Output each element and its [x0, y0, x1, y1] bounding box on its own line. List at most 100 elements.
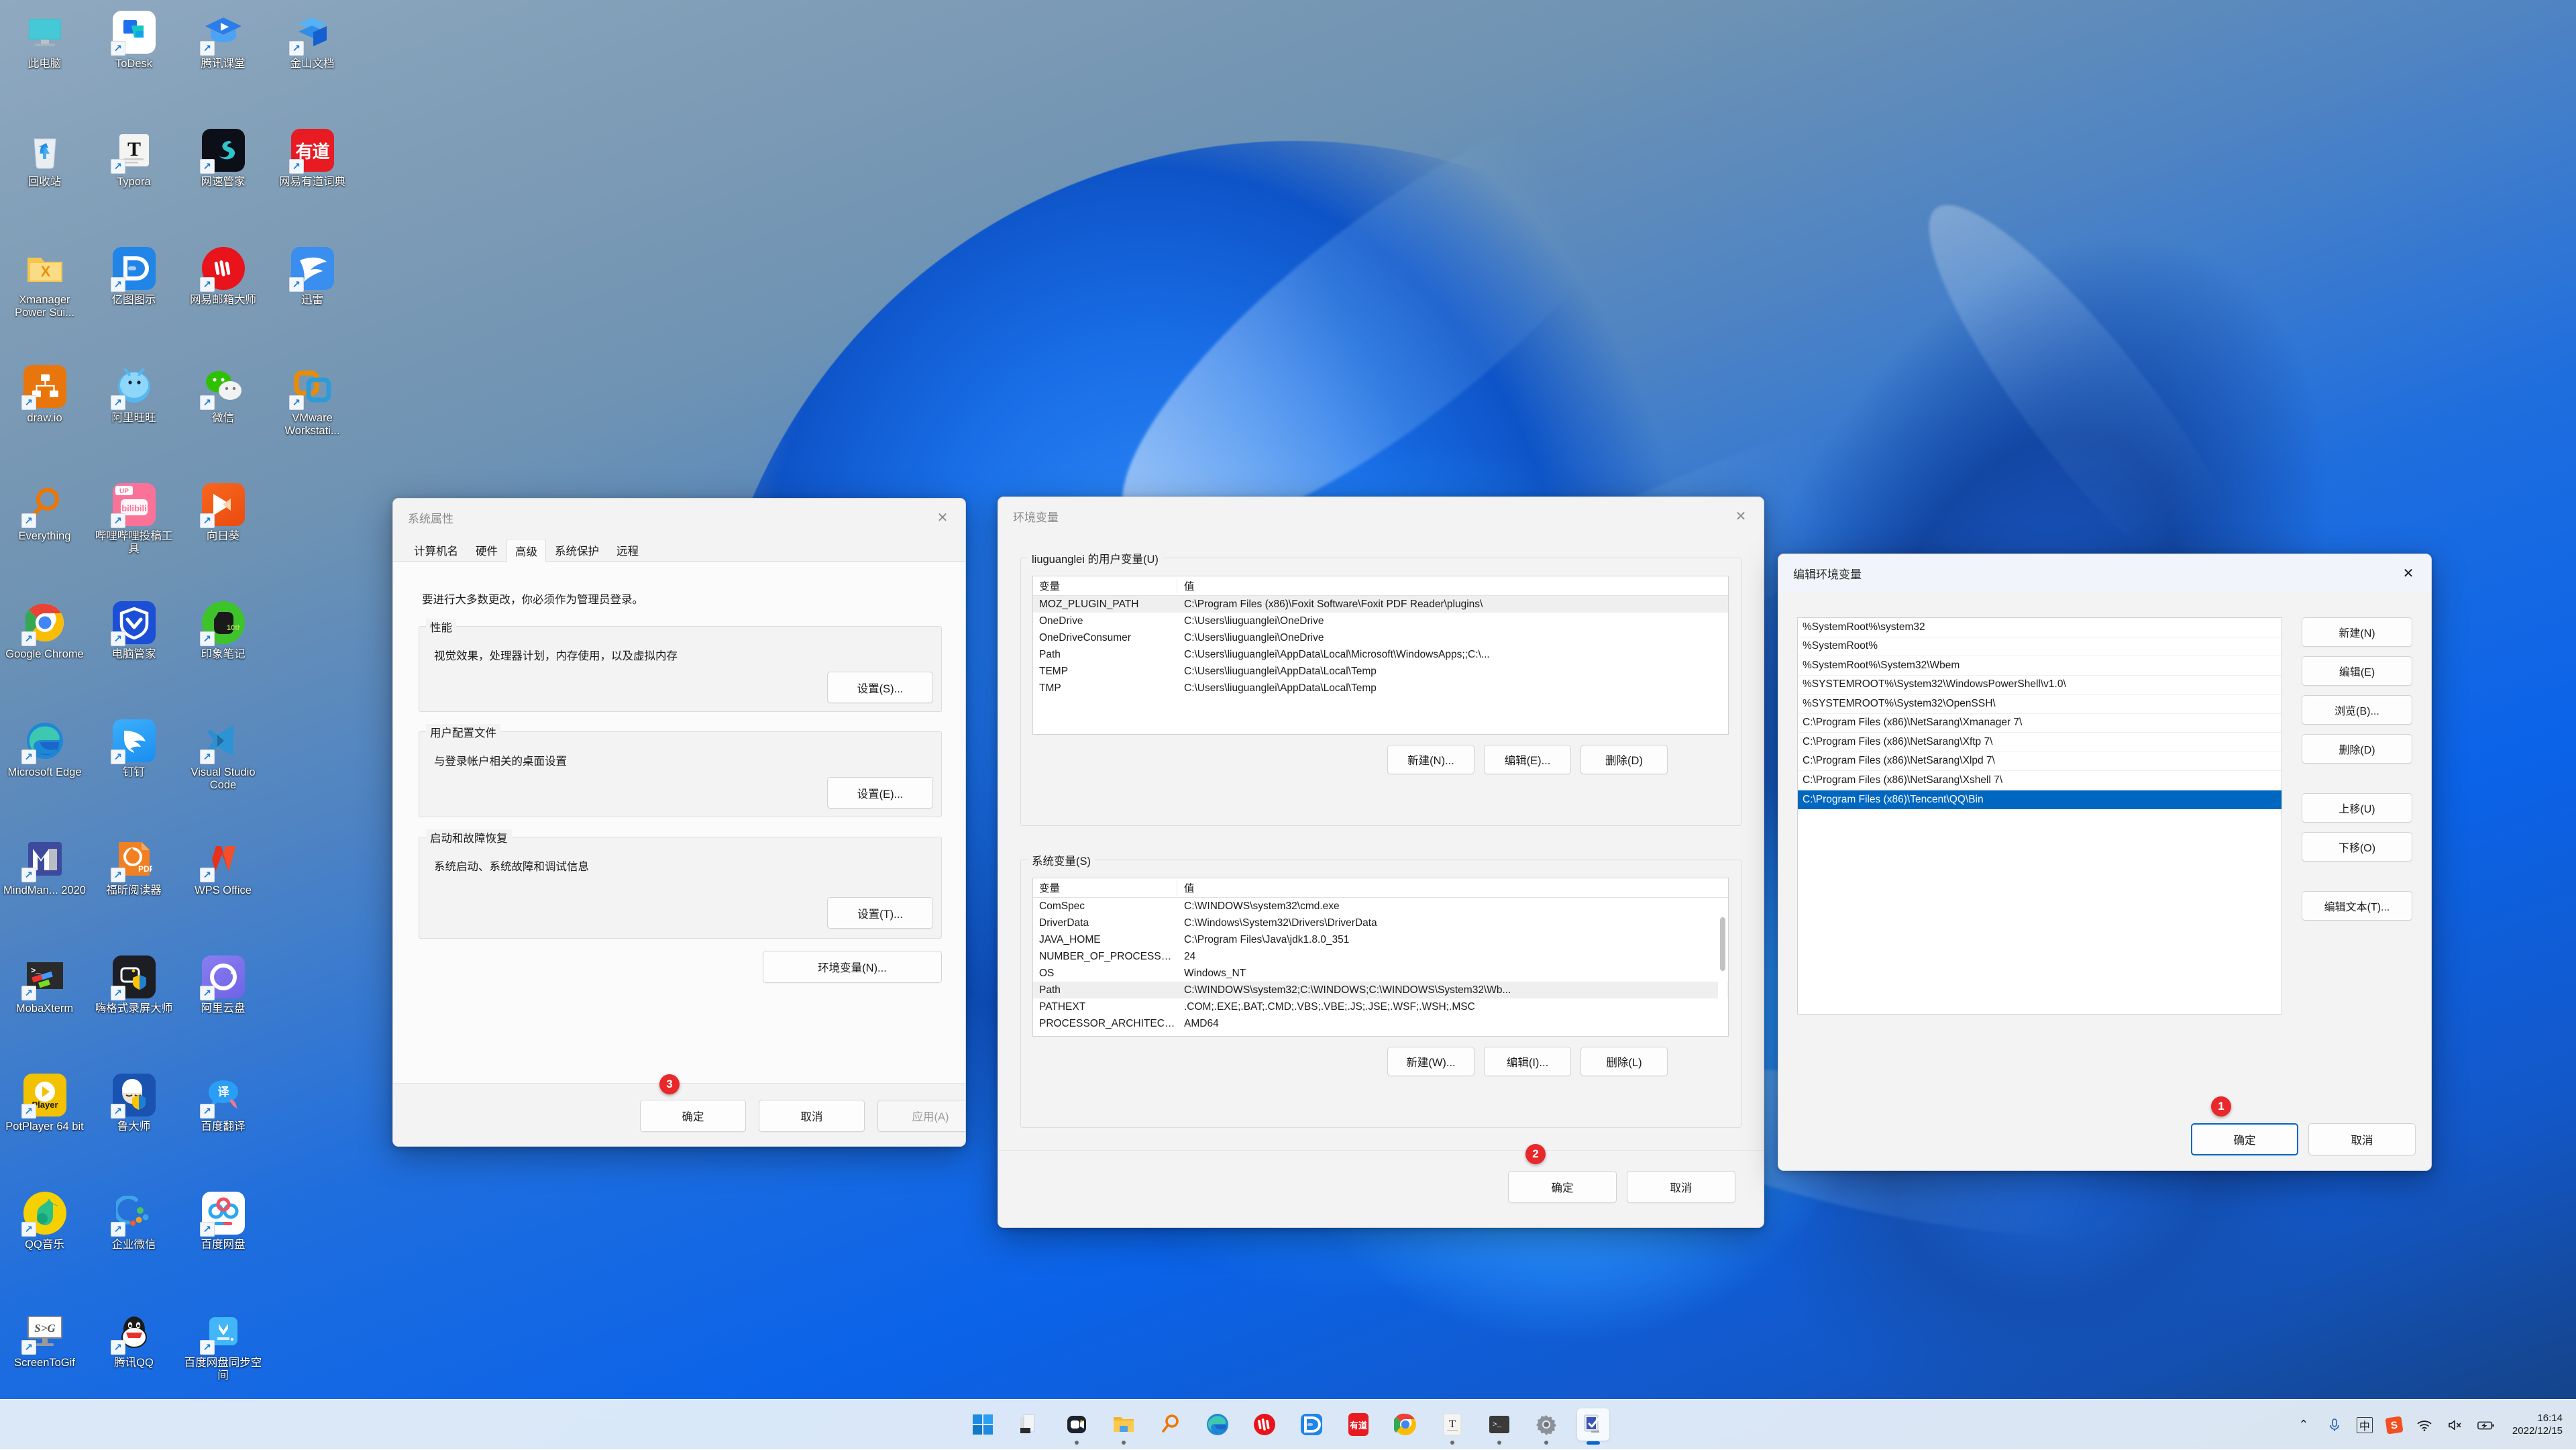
table-row[interactable]: ComSpecC:\WINDOWS\system32\cmd.exe	[1033, 898, 1728, 915]
path-entries-listview[interactable]: %SystemRoot%\system32%SystemRoot%%System…	[1797, 617, 2282, 1015]
desktop-icon-chrome-icon[interactable]: Google Chrome	[0, 596, 89, 714]
desktop-icon-ludashi-icon[interactable]: 鲁大师	[89, 1068, 178, 1186]
taskbar[interactable]: 有道 T >_ ⌃ 中 S 16:14 2022/12/15	[0, 1399, 2576, 1449]
user-variables-rows[interactable]: MOZ_PLUGIN_PATHC:\Program Files (x86)\Fo…	[1033, 596, 1728, 696]
desktop-icon-vmware-icon[interactable]: VMware Workstati...	[268, 360, 357, 478]
desktop-icon-mobaxterm-icon[interactable]: >_MobaXterm	[0, 950, 89, 1068]
taskbar-item-widgets[interactable]	[1061, 1408, 1093, 1441]
path-new-button[interactable]: 新建(N)	[2302, 617, 2412, 647]
performance-settings-button[interactable]: 设置(S)...	[827, 672, 933, 703]
mic-icon[interactable]	[2326, 1416, 2343, 1434]
path-browse-button[interactable]: 浏览(B)...	[2302, 695, 2412, 725]
system-variables-scrollbar[interactable]	[1718, 898, 1727, 1035]
clock[interactable]: 16:14 2022/12/15	[2512, 1412, 2563, 1438]
system-variables-rows[interactable]: ComSpecC:\WINDOWS\system32\cmd.exeDriver…	[1033, 898, 1728, 1032]
desktop-icon-qq-music-icon[interactable]: QQ音乐	[0, 1186, 89, 1304]
desktop-icon-aliwangwang-icon[interactable]: 阿里旺旺	[89, 360, 178, 478]
desktop-icon-wecom-icon[interactable]: 企业微信	[89, 1186, 178, 1304]
desktop-icon-potplayer-icon[interactable]: PlayerPotPlayer 64 bit	[0, 1068, 89, 1186]
taskbar-item-edraw[interactable]	[1295, 1408, 1328, 1441]
table-row[interactable]: JAVA_HOMEC:\Program Files\Java\jdk1.8.0_…	[1033, 931, 1728, 948]
desktop-icon-mindmanager-icon[interactable]: MindMan... 2020	[0, 832, 89, 950]
tab-1[interactable]: 硬件	[467, 538, 506, 561]
edit-environment-variable-ok-button[interactable]: 确定	[2191, 1123, 2298, 1155]
desktop-icon-dingtalk-icon[interactable]: 钉钉	[89, 714, 178, 832]
list-item[interactable]: C:\Program Files (x86)\Tencent\QQ\Bin	[1798, 790, 2282, 810]
close-icon[interactable]: ✕	[1718, 497, 1764, 535]
desktop-icon-bilibili-upload-icon[interactable]: UPbilibili哔哩哔哩投稿工具	[89, 478, 178, 596]
system-variables-new-button[interactable]: 新建(W)...	[1387, 1047, 1474, 1076]
path-edit-text-button[interactable]: 编辑文本(T)...	[2302, 891, 2412, 921]
taskbar-item-youdao[interactable]: 有道	[1342, 1408, 1375, 1441]
table-row[interactable]: OneDriveConsumerC:\Users\liuguanglei\One…	[1033, 629, 1728, 646]
ime-chinese-icon[interactable]: 中	[2357, 1417, 2373, 1433]
desktop-icon-typora-icon[interactable]: TTypora	[89, 123, 178, 242]
user-variables-listview[interactable]: 变量 值 MOZ_PLUGIN_PATHC:\Program Files (x8…	[1032, 576, 1729, 735]
table-row[interactable]: PATHEXT.COM;.EXE;.BAT;.CMD;.VBS;.VBE;.JS…	[1033, 998, 1728, 1015]
taskbar-item-file-explorer[interactable]	[1108, 1408, 1140, 1441]
user-variables-edit-button[interactable]: 编辑(E)...	[1484, 745, 1571, 774]
desktop-icon-sunlogin-icon[interactable]: 向日葵	[178, 478, 268, 596]
desktop-icon-higeshi-recorder-icon[interactable]: 嗨格式录屏大师	[89, 950, 178, 1068]
taskbar-item-system-properties[interactable]	[1577, 1408, 1609, 1441]
table-row[interactable]: PathC:\Users\liuguanglei\AppData\Local\M…	[1033, 646, 1728, 663]
scrollbar-thumb[interactable]	[1720, 917, 1725, 971]
battery-charging-icon[interactable]	[2477, 1416, 2495, 1434]
desktop-icon-youdao-dict-icon[interactable]: 有道网易有道词典	[268, 123, 357, 242]
desktop-icon-wps-office-icon[interactable]: WPS Office	[178, 832, 268, 950]
desktop-icon-edge-icon[interactable]: Microsoft Edge	[0, 714, 89, 832]
user-profiles-settings-button[interactable]: 设置(E)...	[827, 777, 933, 809]
system-tray[interactable]: ⌃ 中 S 16:14 2022/12/15	[2295, 1400, 2563, 1450]
list-item[interactable]: C:\Program Files (x86)\NetSarang\Xshell …	[1798, 771, 2282, 790]
taskbar-item-task-view[interactable]	[1014, 1408, 1046, 1441]
volume-muted-icon[interactable]	[2447, 1416, 2464, 1434]
desktop-icon-this-pc-icon[interactable]: 此电脑	[0, 5, 89, 123]
taskbar-item-chrome[interactable]	[1389, 1408, 1421, 1441]
system-properties-window[interactable]: 系统属性 ✕ 计算机名硬件高级系统保护远程 要进行大多数更改，你必须作为管理员登…	[392, 498, 966, 1147]
desktop-icon-recycle-bin-icon[interactable]: 回收站	[0, 123, 89, 242]
desktop-icon-todesk-icon[interactable]: ToDesk	[89, 5, 178, 123]
table-row[interactable]: OneDriveC:\Users\liuguanglei\OneDrive	[1033, 613, 1728, 629]
startup-recovery-settings-button[interactable]: 设置(T)...	[827, 897, 933, 929]
tab-0[interactable]: 计算机名	[405, 538, 467, 561]
desktop-icon-thunder-icon[interactable]: 迅雷	[268, 242, 357, 360]
table-row[interactable]: PROCESSOR_ARCHITECTUREAMD64	[1033, 1015, 1728, 1032]
path-move-up-button[interactable]: 上移(U)	[2302, 793, 2412, 823]
desktop-icon-everything-icon[interactable]: Everything	[0, 478, 89, 596]
system-variables-delete-button[interactable]: 删除(L)	[1580, 1047, 1668, 1076]
system-properties-titlebar[interactable]: 系统属性 ✕	[393, 499, 965, 536]
desktop-icon-kingsoft-docs-icon[interactable]: 金山文档	[268, 5, 357, 123]
edit-environment-variable-titlebar[interactable]: 编辑环境变量 ✕	[1778, 554, 2431, 592]
table-row[interactable]: TEMPC:\Users\liuguanglei\AppData\Local\T…	[1033, 663, 1728, 680]
list-item[interactable]: %SystemRoot%\system32	[1798, 618, 2282, 637]
desktop-icon-pc-manager-icon[interactable]: 电脑管家	[89, 596, 178, 714]
desktop-icon-baidu-netdisk-icon[interactable]: 百度网盘	[178, 1186, 268, 1304]
table-row[interactable]: PathC:\WINDOWS\system32;C:\WINDOWS;C:\WI…	[1033, 982, 1728, 998]
environment-variables-cancel-button[interactable]: 取消	[1627, 1171, 1735, 1203]
desktop-icon-tencent-classroom-icon[interactable]: 腾讯课堂	[178, 5, 268, 123]
edit-environment-variable-window[interactable]: 编辑环境变量 ✕ %SystemRoot%\system32%SystemRoo…	[1778, 554, 2432, 1171]
taskbar-item-terminal[interactable]: >_	[1483, 1408, 1515, 1441]
taskbar-item-netease-mail[interactable]	[1248, 1408, 1281, 1441]
close-icon[interactable]: ✕	[2385, 554, 2431, 592]
system-properties-cancel-button[interactable]: 取消	[759, 1100, 865, 1132]
taskbar-item-typora[interactable]: T	[1436, 1408, 1468, 1441]
table-row[interactable]: MOZ_PLUGIN_PATHC:\Program Files (x86)\Fo…	[1033, 596, 1728, 613]
taskbar-apps[interactable]: 有道 T >_	[967, 1408, 1609, 1441]
list-item[interactable]: C:\Program Files (x86)\NetSarang\Xmanage…	[1798, 714, 2282, 733]
desktop-icon-wechat-icon[interactable]: 微信	[178, 360, 268, 478]
desktop-icon-xmanager-folder-icon[interactable]: XXmanager Power Sui...	[0, 242, 89, 360]
user-variables-delete-button[interactable]: 删除(D)	[1580, 745, 1668, 774]
path-delete-button[interactable]: 删除(D)	[2302, 734, 2412, 764]
table-row[interactable]: TMPC:\Users\liuguanglei\AppData\Local\Te…	[1033, 680, 1728, 696]
tab-4[interactable]: 远程	[608, 538, 647, 561]
desktop-icon-foxit-reader-icon[interactable]: PDF福昕阅读器	[89, 832, 178, 950]
list-item[interactable]: %SystemRoot%\System32\Wbem	[1798, 656, 2282, 676]
desktop-icon-baidu-translate-icon[interactable]: 译百度翻译	[178, 1068, 268, 1186]
desktop-icon-evernote-icon[interactable]: 10th印象笔记	[178, 596, 268, 714]
environment-variables-titlebar[interactable]: 环境变量 ✕	[998, 497, 1764, 535]
environment-variables-ok-button[interactable]: 确定	[1508, 1171, 1617, 1203]
table-row[interactable]: DriverDataC:\Windows\System32\Drivers\Dr…	[1033, 915, 1728, 931]
close-icon[interactable]: ✕	[920, 499, 965, 536]
list-item[interactable]: C:\Program Files (x86)\NetSarang\Xlpd 7\	[1798, 752, 2282, 772]
